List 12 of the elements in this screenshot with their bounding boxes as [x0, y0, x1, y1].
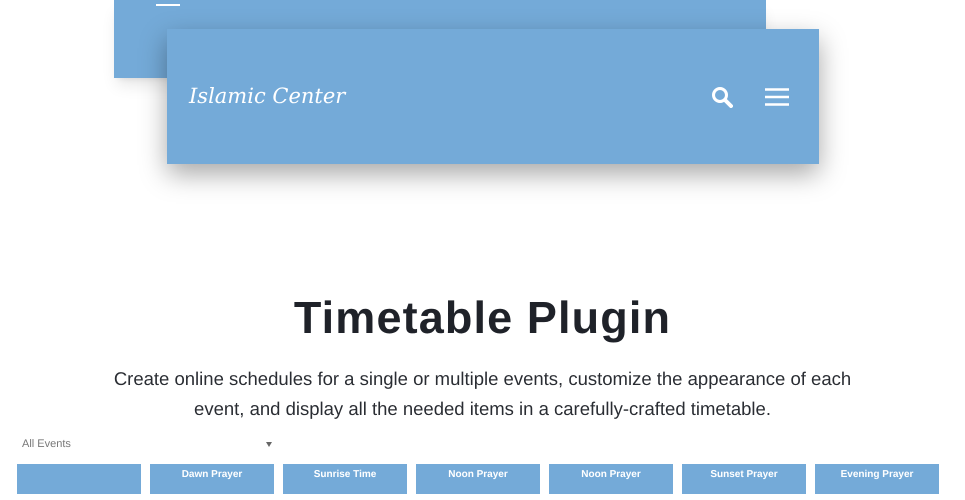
column-header: Noon Prayer	[549, 464, 673, 494]
column-header: Sunrise Time	[283, 464, 407, 494]
caret-icon	[266, 442, 272, 447]
column-header: Sunset Prayer	[682, 464, 806, 494]
site-title[interactable]: Islamic Center	[189, 80, 711, 112]
event-filter-dropdown[interactable]: All Events	[22, 436, 272, 458]
column-header: Evening Prayer	[815, 464, 939, 494]
column-header: Noon Prayer	[416, 464, 540, 494]
column-header: Dawn Prayer	[150, 464, 274, 494]
section-description: Create online schedules for a single or multiple events, customize the appearance of each event, and display all the needed items in a carefully-crafted timetable.	[112, 367, 852, 421]
section-title: Timetable Plugin	[292, 295, 672, 340]
search-icon[interactable]	[711, 86, 733, 108]
